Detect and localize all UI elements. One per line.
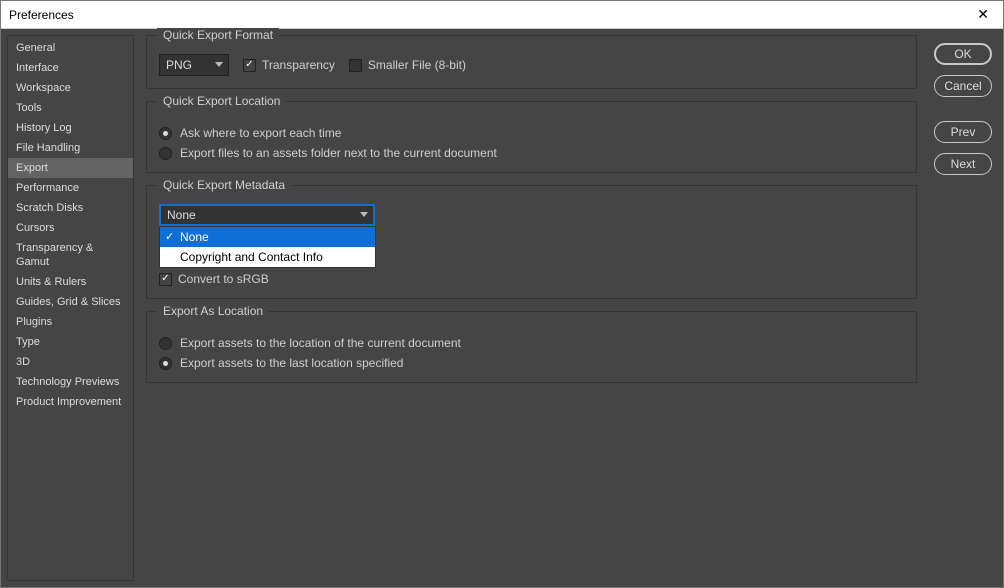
- sidebar-item-units-rulers[interactable]: Units & Rulers: [8, 272, 133, 292]
- legend-metadata: Quick Export Metadata: [157, 178, 291, 192]
- sidebar-item-export[interactable]: Export: [8, 158, 133, 178]
- exportas-opt2-label: Export assets to the last location speci…: [180, 356, 403, 370]
- metadata-option-copyright[interactable]: Copyright and Contact Info: [160, 247, 375, 267]
- smaller-file-label: Smaller File (8-bit): [368, 58, 466, 72]
- chevron-down-icon: [360, 212, 368, 217]
- window-title: Preferences: [9, 8, 74, 22]
- transparency-label: Transparency: [262, 58, 335, 72]
- exportas-radio-current-doc[interactable]: Export assets to the location of the cur…: [159, 336, 904, 350]
- radio-icon: [159, 337, 172, 350]
- sidebar-item-file-handling[interactable]: File Handling: [8, 138, 133, 158]
- sidebar-item-tools[interactable]: Tools: [8, 98, 133, 118]
- checkbox-icon: [243, 59, 256, 72]
- prev-button[interactable]: Prev: [934, 121, 992, 143]
- sidebar-item-general[interactable]: General: [8, 38, 133, 58]
- format-select[interactable]: PNG: [159, 54, 229, 76]
- location-opt1-label: Ask where to export each time: [180, 126, 341, 140]
- sidebar-item-cursors[interactable]: Cursors: [8, 218, 133, 238]
- quick-export-metadata-group: Quick Export Metadata None None Copyrigh…: [146, 185, 917, 299]
- quick-export-format-group: Quick Export Format PNG Transparency Sma…: [146, 35, 917, 89]
- exportas-opt1-label: Export assets to the location of the cur…: [180, 336, 461, 350]
- metadata-dropdown-list: None Copyright and Contact Info: [159, 226, 376, 268]
- radio-icon: [159, 127, 172, 140]
- checkbox-icon: [349, 59, 362, 72]
- sidebar-item-guides-grid-slices[interactable]: Guides, Grid & Slices: [8, 292, 133, 312]
- sidebar-item-plugins[interactable]: Plugins: [8, 312, 133, 332]
- next-button[interactable]: Next: [934, 153, 992, 175]
- metadata-option-none[interactable]: None: [160, 227, 375, 247]
- convert-srgb-label: Convert to sRGB: [178, 272, 269, 286]
- transparency-checkbox[interactable]: Transparency: [243, 58, 335, 72]
- sidebar-item-3d[interactable]: 3D: [8, 352, 133, 372]
- format-select-value: PNG: [166, 58, 192, 72]
- sidebar-item-transparency-gamut[interactable]: Transparency & Gamut: [8, 238, 133, 272]
- location-opt2-label: Export files to an assets folder next to…: [180, 146, 497, 160]
- sidebar-item-product-improvement[interactable]: Product Improvement: [8, 392, 133, 412]
- sidebar: General Interface Workspace Tools Histor…: [7, 35, 134, 581]
- metadata-select-value: None: [167, 208, 196, 222]
- titlebar: Preferences ✕: [1, 1, 1003, 29]
- location-radio-assets-folder[interactable]: Export files to an assets folder next to…: [159, 146, 904, 160]
- metadata-select[interactable]: None: [159, 204, 375, 226]
- export-as-location-group: Export As Location Export assets to the …: [146, 311, 917, 383]
- radio-icon: [159, 357, 172, 370]
- sidebar-item-interface[interactable]: Interface: [8, 58, 133, 78]
- sidebar-item-type[interactable]: Type: [8, 332, 133, 352]
- legend-exportas: Export As Location: [157, 304, 269, 318]
- legend-format: Quick Export Format: [157, 28, 279, 42]
- quick-export-location-group: Quick Export Location Ask where to expor…: [146, 101, 917, 173]
- close-icon[interactable]: ✕: [971, 4, 995, 25]
- checkbox-icon: [159, 273, 172, 286]
- exportas-radio-last-location[interactable]: Export assets to the last location speci…: [159, 356, 904, 370]
- sidebar-item-technology-previews[interactable]: Technology Previews: [8, 372, 133, 392]
- sidebar-item-workspace[interactable]: Workspace: [8, 78, 133, 98]
- sidebar-item-scratch-disks[interactable]: Scratch Disks: [8, 198, 133, 218]
- sidebar-item-performance[interactable]: Performance: [8, 178, 133, 198]
- location-radio-ask[interactable]: Ask where to export each time: [159, 126, 904, 140]
- smaller-file-checkbox[interactable]: Smaller File (8-bit): [349, 58, 466, 72]
- radio-icon: [159, 147, 172, 160]
- dialog-buttons: OK Cancel Prev Next: [929, 35, 997, 581]
- chevron-down-icon: [215, 62, 223, 67]
- convert-srgb-checkbox[interactable]: Convert to sRGB: [159, 272, 269, 286]
- cancel-button[interactable]: Cancel: [934, 75, 992, 97]
- ok-button[interactable]: OK: [934, 43, 992, 65]
- sidebar-item-history-log[interactable]: History Log: [8, 118, 133, 138]
- legend-location: Quick Export Location: [157, 94, 286, 108]
